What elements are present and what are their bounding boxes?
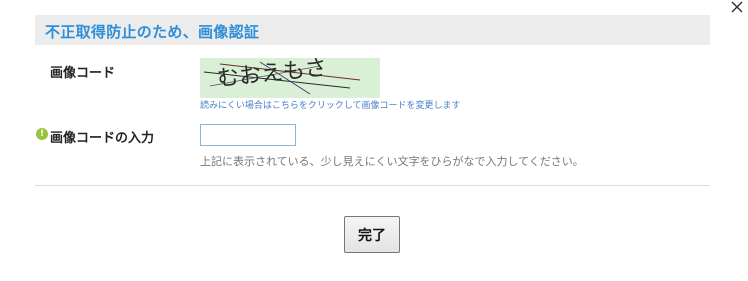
exclamation-circle-icon: ! [36, 128, 48, 140]
captcha-label: 画像コード [50, 66, 116, 81]
code-input-hint: 上記に表示されている、少し見えにくい文字をひらがなで入力してください。 [200, 155, 584, 168]
captcha-dialog: 不正取得防止のため、画像認証 画像コード むおえもさ 読みにくい場合はこちらをク… [0, 0, 748, 281]
captcha-image[interactable]: むおえもさ [200, 58, 380, 98]
captcha-code-input[interactable] [200, 124, 296, 146]
divider [35, 185, 710, 186]
dialog-title: 不正取得防止のため、画像認証 [45, 23, 260, 41]
dialog-header: 不正取得防止のため、画像認証 [35, 15, 710, 45]
close-icon[interactable] [730, 0, 744, 14]
captcha-refresh-link[interactable]: 読みにくい場合はこちらをクリックして画像コードを変更します [200, 98, 461, 111]
submit-button[interactable]: 完了 [344, 216, 400, 253]
code-input-label: 画像コードの入力 [50, 131, 155, 146]
